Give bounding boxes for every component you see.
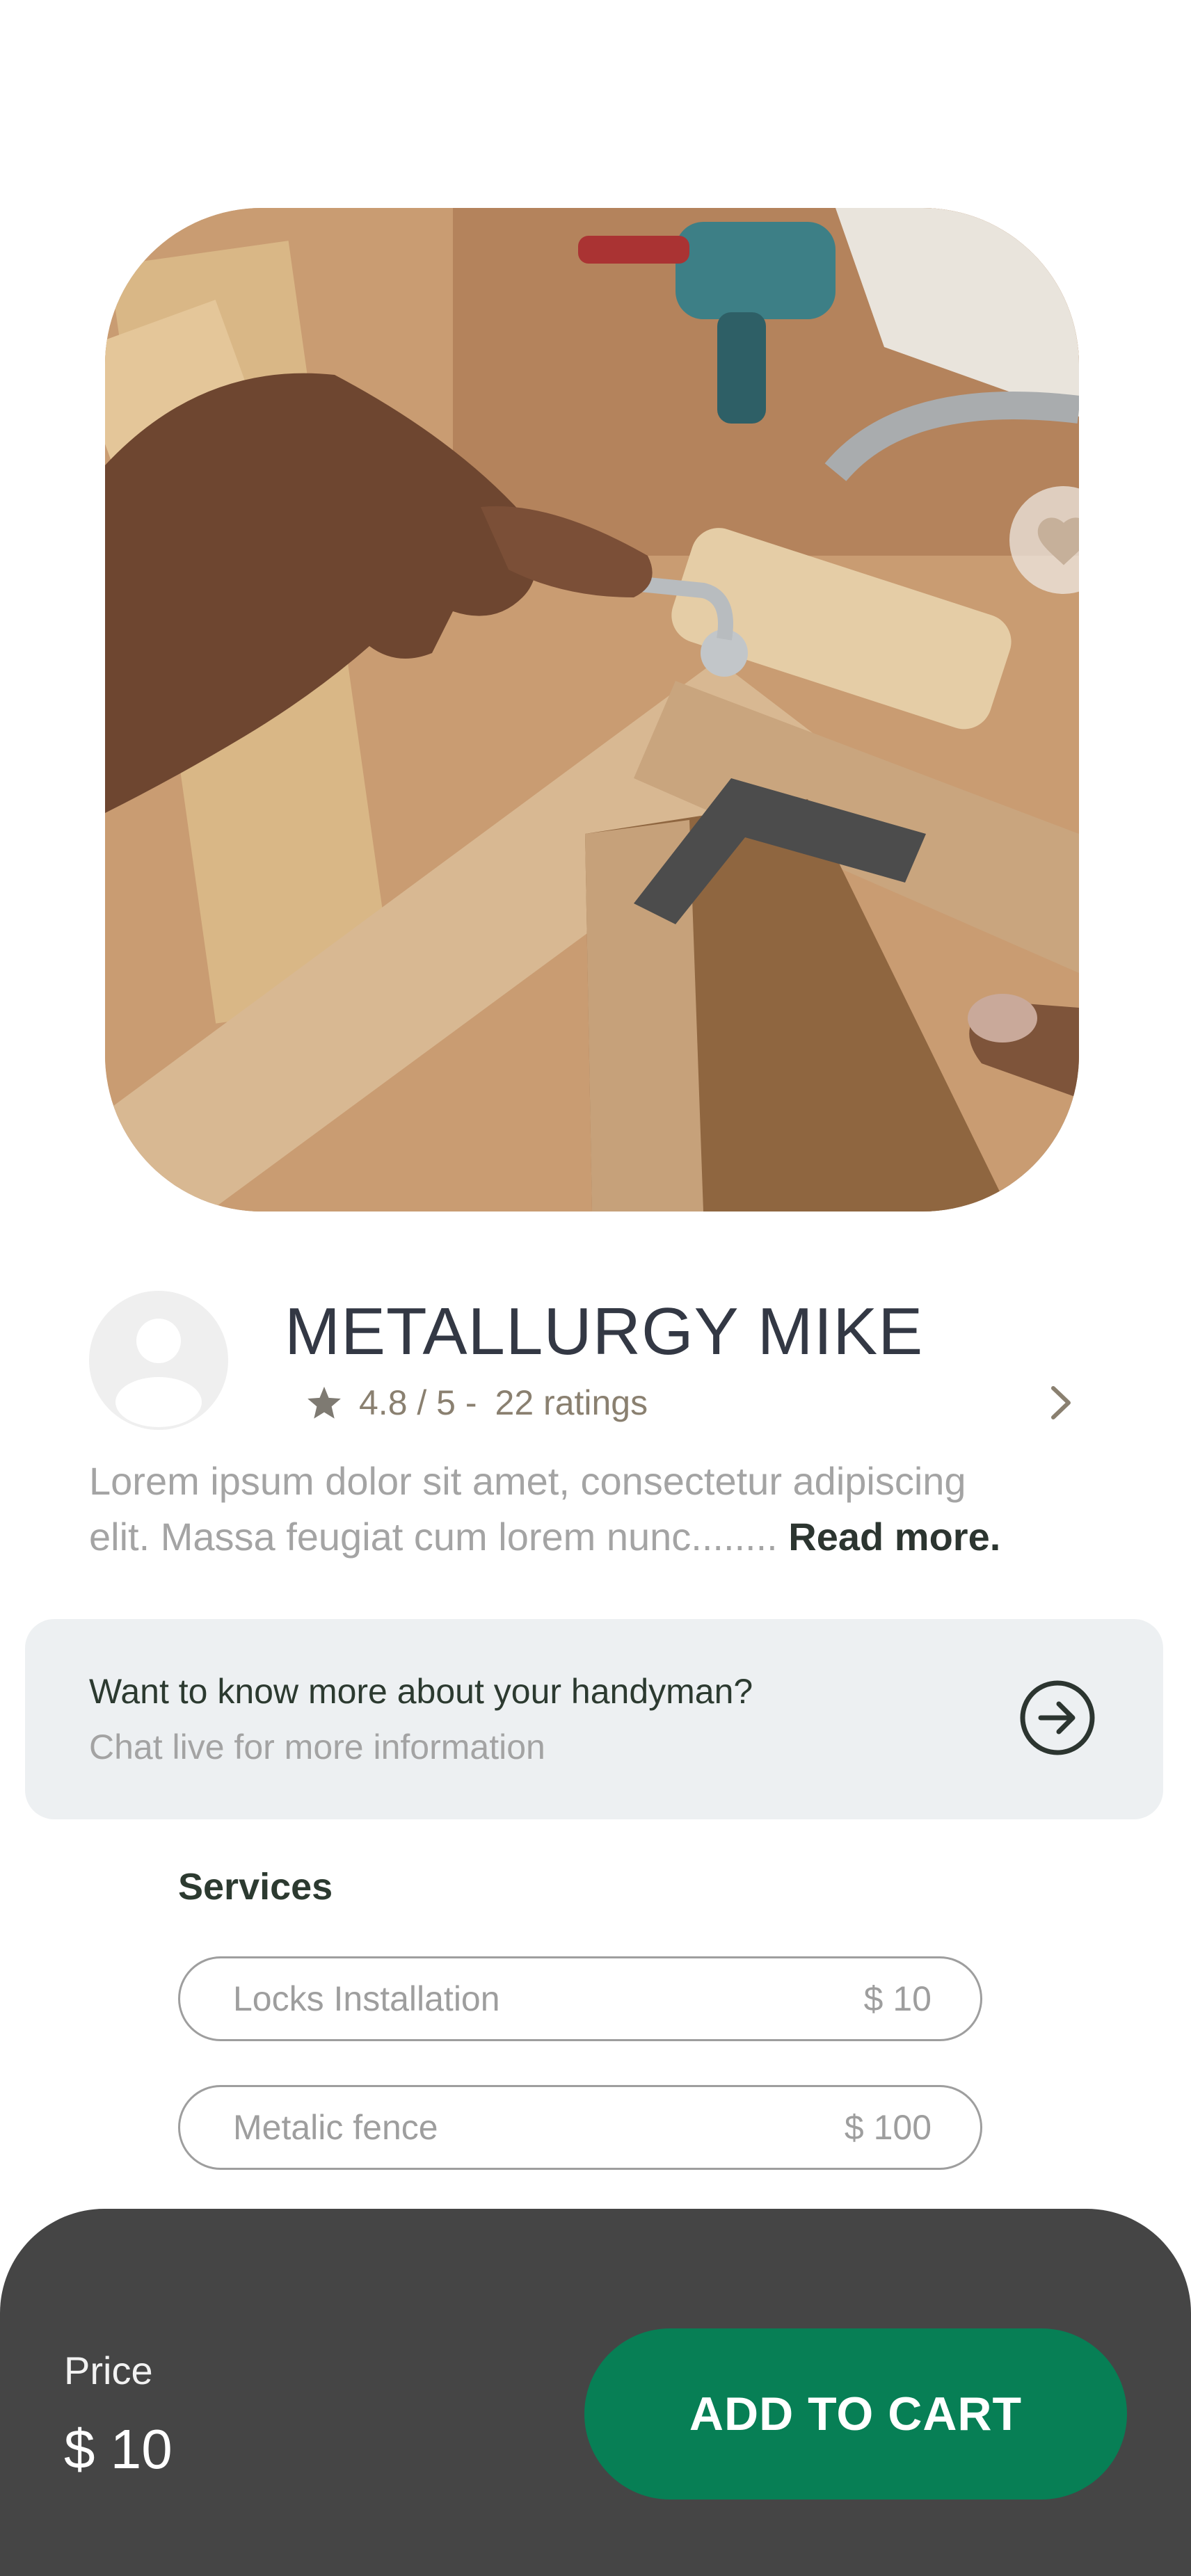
add-to-cart-button[interactable]: ADD TO CART bbox=[584, 2328, 1127, 2499]
product-image bbox=[105, 208, 1079, 1211]
description: Lorem ipsum dolor sit amet, consectetur … bbox=[89, 1454, 1105, 1565]
arrow-right-circle-icon[interactable] bbox=[1018, 1679, 1096, 1757]
heart-icon bbox=[1037, 517, 1079, 565]
service-item-metalic-fence[interactable]: Metalic fence $ 100 bbox=[178, 2085, 982, 2170]
service-name: Metalic fence bbox=[233, 2108, 438, 2147]
price-value: $ 10 bbox=[64, 2418, 173, 2480]
description-line-2: elit. Massa feugiat cum lorem nunc......… bbox=[89, 1509, 1105, 1565]
price-label: Price bbox=[64, 2349, 153, 2392]
read-more-link[interactable]: Read more. bbox=[788, 1515, 1000, 1559]
chat-card[interactable]: Want to know more about your handyman? C… bbox=[25, 1619, 1163, 1819]
service-price: $ 10 bbox=[863, 1979, 932, 2018]
rating-value: 4.8 / 5 - bbox=[359, 1383, 477, 1422]
rating-row: 4.8 / 5 - 22 ratings bbox=[306, 1380, 648, 1425]
service-price: $ 100 bbox=[844, 2108, 932, 2147]
description-line-1: Lorem ipsum dolor sit amet, consectetur … bbox=[89, 1459, 966, 1503]
ratings-count: 22 ratings bbox=[495, 1383, 648, 1422]
chat-title: Want to know more about your handyman? bbox=[89, 1672, 753, 1711]
avatar bbox=[89, 1291, 228, 1430]
description-line-2-text: elit. Massa feugiat cum lorem nunc......… bbox=[89, 1515, 778, 1559]
bottom-bar: Price $ 10 ADD TO CART bbox=[0, 2209, 1191, 2576]
service-item-locks-installation[interactable]: Locks Installation $ 10 bbox=[178, 1956, 982, 2041]
service-name: Locks Installation bbox=[233, 1979, 500, 2018]
chevron-right-icon[interactable] bbox=[1044, 1384, 1078, 1422]
user-icon bbox=[115, 1319, 202, 1427]
star-icon bbox=[307, 1386, 341, 1419]
furniture-assembly-photo bbox=[105, 208, 1079, 1211]
services-title: Services bbox=[178, 1866, 333, 1908]
handyman-name: METALLURGY MIKE bbox=[285, 1294, 924, 1369]
chat-subtitle: Chat live for more information bbox=[89, 1728, 545, 1766]
